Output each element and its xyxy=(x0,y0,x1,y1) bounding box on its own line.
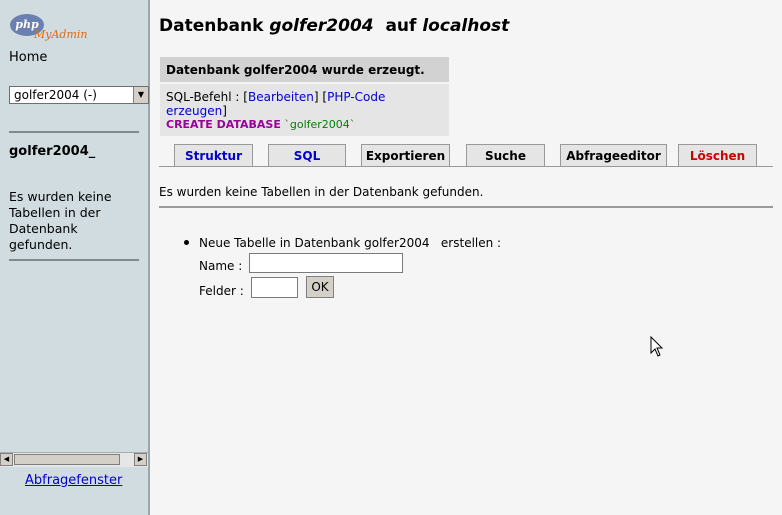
title-prefix: Datenbank xyxy=(159,16,270,36)
tab-struktur[interactable]: Struktur xyxy=(174,144,253,166)
tab-suche[interactable]: Suche xyxy=(466,144,545,166)
sql-label: SQL-Befehl : xyxy=(166,90,244,104)
no-tables-message: Es wurden keine Tabellen in der Datenban… xyxy=(9,189,112,252)
divider xyxy=(159,206,773,208)
title-mid: auf xyxy=(373,16,423,36)
page-title: Datenbank golfer2004 auf localhost xyxy=(159,16,509,36)
message-head: Datenbank golfer2004 wurde erzeugt. xyxy=(160,57,449,82)
chevron-down-icon[interactable]: ▼ xyxy=(133,87,148,103)
scroll-right-icon[interactable]: ▶ xyxy=(134,453,147,466)
sql-keyword: CREATE DATABASE xyxy=(166,118,281,131)
sql-query-box: SQL-Befehl : [Bearbeiten] [PHP-Code erze… xyxy=(160,84,449,136)
logo-myadmin-text: MyAdmin xyxy=(34,28,88,41)
table-name-input[interactable] xyxy=(249,253,403,273)
database-select[interactable]: golfer2004 (-) ▼ xyxy=(9,86,149,104)
tab-sql[interactable]: SQL xyxy=(268,144,346,166)
tab-loeschen[interactable]: Löschen xyxy=(678,144,757,166)
ok-button[interactable]: OK xyxy=(306,276,334,298)
database-select-value: golfer2004 (-) xyxy=(14,88,97,102)
success-message-box: Datenbank golfer2004 wurde erzeugt. SQL-… xyxy=(160,57,449,136)
name-label: Name : xyxy=(199,259,243,273)
tab-abfrageeditor[interactable]: Abfrageeditor xyxy=(560,144,667,166)
horizontal-scrollbar[interactable]: ◀ ▶ xyxy=(0,452,148,467)
title-db: golfer2004 xyxy=(269,16,374,36)
divider xyxy=(9,131,139,133)
fields-label: Felder : xyxy=(199,284,244,298)
tab-exportieren[interactable]: Exportieren xyxy=(361,144,450,166)
scroll-left-icon[interactable]: ◀ xyxy=(0,453,13,466)
left-frame: php MyAdmin Home golfer2004 (-) ▼ golfer… xyxy=(0,0,150,515)
divider xyxy=(9,259,139,261)
edit-link[interactable]: Bearbeiten xyxy=(248,90,314,104)
phpmyadmin-logo[interactable]: php MyAdmin xyxy=(10,14,100,44)
new-table-text: Neue Tabelle in Datenbank golfer2004 ers… xyxy=(199,236,502,250)
mouse-cursor-icon xyxy=(650,336,664,357)
query-window-link[interactable]: Abfragefenster xyxy=(25,473,122,488)
home-link[interactable]: Home xyxy=(9,50,47,65)
sql-value: `golfer2004` xyxy=(280,118,356,131)
tab-divider xyxy=(159,166,773,167)
title-host: localhost xyxy=(422,16,510,36)
empty-tables-message: Es wurden keine Tabellen in der Datenban… xyxy=(159,185,484,199)
fields-count-input[interactable] xyxy=(251,277,298,298)
main-frame: Datenbank golfer2004 auf localhost Daten… xyxy=(150,0,782,515)
scrollbar-thumb[interactable] xyxy=(14,454,120,465)
current-database-name[interactable]: golfer2004_ xyxy=(9,144,95,159)
bullet-icon xyxy=(184,240,189,245)
